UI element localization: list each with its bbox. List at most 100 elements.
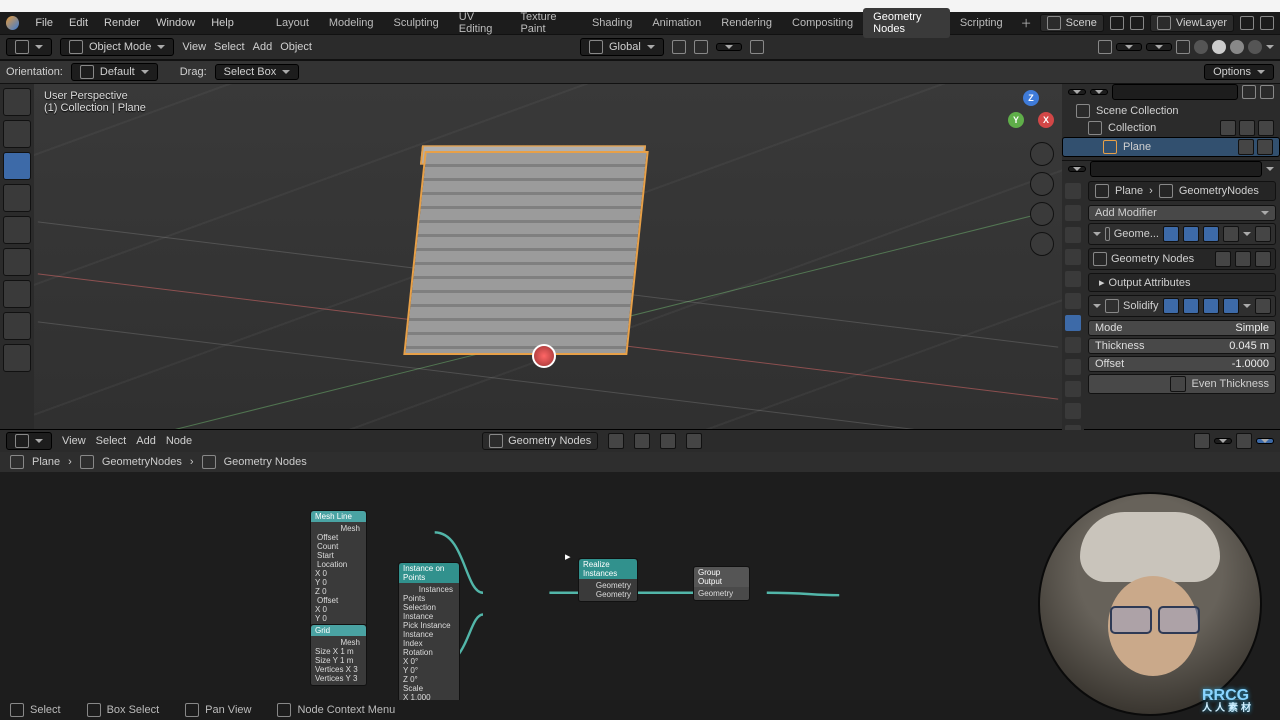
tool-transform[interactable] <box>3 248 31 276</box>
viewlayer-select[interactable]: ViewLayer <box>1150 14 1234 32</box>
tree-unlink[interactable] <box>660 433 676 449</box>
orientation-default[interactable]: Default <box>71 63 158 81</box>
editor-type[interactable] <box>6 38 52 56</box>
tab-rendering[interactable]: Rendering <box>711 14 782 32</box>
tool-annotate[interactable] <box>3 280 31 308</box>
3d-viewport[interactable]: User Perspective (1) Collection | Plane … <box>34 84 1062 429</box>
ne-snap-target[interactable] <box>1214 438 1232 444</box>
pan-icon[interactable] <box>1030 172 1054 196</box>
mod-geometry-nodes[interactable]: Geome... <box>1088 223 1276 245</box>
gizmo-y[interactable]: Y <box>1008 112 1024 128</box>
ptab-object[interactable] <box>1065 293 1081 309</box>
gizmo-x[interactable]: X <box>1038 112 1054 128</box>
scene-del-icon[interactable] <box>1130 16 1144 30</box>
shade-rendered-icon[interactable] <box>1248 40 1262 54</box>
geo-pin[interactable] <box>1215 251 1231 267</box>
outliner-plane[interactable]: Plane <box>1062 137 1280 157</box>
ne-snap[interactable] <box>1194 433 1210 449</box>
object-plane-stack[interactable] <box>414 139 664 364</box>
shade-wire-icon[interactable] <box>1194 40 1208 54</box>
ne-view[interactable]: View <box>62 435 86 447</box>
zoom-icon[interactable] <box>1030 142 1054 166</box>
solidify-mode[interactable]: ModeSimple <box>1088 320 1276 336</box>
menu-help[interactable]: Help <box>203 17 242 29</box>
outliner-scene[interactable]: Scene Collection <box>1062 103 1280 119</box>
ptab-scene[interactable] <box>1065 249 1081 265</box>
sol-render[interactable] <box>1223 298 1239 314</box>
ptab-data[interactable] <box>1065 403 1081 419</box>
geo-extra[interactable] <box>1223 226 1239 242</box>
node-mesh-line[interactable]: Mesh Line Mesh Offset Count Start Locati… <box>310 510 367 635</box>
prop-crumb-obj[interactable]: Plane <box>1115 185 1143 197</box>
obj-vis[interactable] <box>1238 139 1254 155</box>
vp-menu-view[interactable]: View <box>182 41 206 53</box>
ptab-render[interactable] <box>1065 183 1081 199</box>
vp-menu-add[interactable]: Add <box>253 41 273 53</box>
tab-scripting[interactable]: Scripting <box>950 14 1013 32</box>
ptab-output[interactable] <box>1065 205 1081 221</box>
ne-overlay1[interactable] <box>1236 433 1252 449</box>
layer-del-icon[interactable] <box>1260 16 1274 30</box>
ptab-modifiers[interactable] <box>1065 315 1081 331</box>
outliner-type[interactable] <box>1068 89 1086 95</box>
scene-new-icon[interactable] <box>1110 16 1124 30</box>
tab-animation[interactable]: Animation <box>642 14 711 32</box>
col-restrict3[interactable] <box>1258 120 1274 136</box>
node-realize[interactable]: Realize Instances Geometry Geometry <box>578 558 638 602</box>
tab-shading[interactable]: Shading <box>582 14 642 32</box>
geo-realtime[interactable] <box>1163 226 1179 242</box>
ptab-physics[interactable] <box>1065 359 1081 375</box>
drag-select[interactable]: Select Box <box>215 64 300 80</box>
tool-rotate[interactable] <box>3 184 31 212</box>
data-panel-type[interactable] <box>1068 166 1086 172</box>
ne-add[interactable]: Add <box>136 435 156 447</box>
solidify-even[interactable]: Even Thickness <box>1088 374 1276 394</box>
geo-new[interactable] <box>1235 251 1251 267</box>
solidify-thickness[interactable]: Thickness0.045 m <box>1088 338 1276 354</box>
outliner-filter-icon[interactable] <box>1242 85 1256 99</box>
tab-sculpting[interactable]: Sculpting <box>384 14 449 32</box>
tool-cursor[interactable] <box>3 120 31 148</box>
mode-select[interactable]: Object Mode <box>60 38 174 56</box>
outliner-display[interactable] <box>1090 89 1108 95</box>
tree-new[interactable] <box>634 433 650 449</box>
col-restrict2[interactable] <box>1239 120 1255 136</box>
shade-dropdown-icon[interactable] <box>1266 45 1274 49</box>
node-editor-type[interactable] <box>6 432 52 450</box>
outliner-collection[interactable]: Collection <box>1062 119 1280 137</box>
ne-node[interactable]: Node <box>166 435 192 447</box>
sol-cage[interactable] <box>1203 298 1219 314</box>
tab-texpaint[interactable]: Texture Paint <box>510 8 581 38</box>
prop-crumb-mod[interactable]: GeometryNodes <box>1179 185 1259 197</box>
options-dropdown[interactable]: Options <box>1204 64 1274 80</box>
data-panel-search[interactable] <box>1090 161 1262 177</box>
mod-solidify[interactable]: Solidify <box>1088 295 1276 317</box>
tool-select[interactable] <box>3 88 31 116</box>
vp-menu-select[interactable]: Select <box>214 41 245 53</box>
node-tree-select[interactable]: Geometry Nodes <box>482 432 598 450</box>
tool-measure[interactable] <box>3 312 31 340</box>
tree-pin[interactable] <box>686 433 702 449</box>
visibility-icon[interactable] <box>1098 40 1112 54</box>
geo-unlink[interactable] <box>1255 251 1271 267</box>
menu-render[interactable]: Render <box>96 17 148 29</box>
gizmo-z[interactable]: Z <box>1023 90 1039 106</box>
sol-realtime[interactable] <box>1163 298 1179 314</box>
ptab-world[interactable] <box>1065 271 1081 287</box>
menu-edit[interactable]: Edit <box>61 17 96 29</box>
camera-icon[interactable] <box>1030 202 1054 226</box>
vp-menu-object[interactable]: Object <box>280 41 312 53</box>
outliner[interactable]: Scene Collection Collection Plane <box>1062 100 1280 161</box>
snap-target[interactable] <box>716 43 742 51</box>
tab-layout[interactable]: Layout <box>266 14 319 32</box>
overlay-toggle[interactable] <box>1146 43 1172 51</box>
even-check[interactable] <box>1170 376 1186 392</box>
orientation-select[interactable]: Global <box>580 38 664 56</box>
sol-edit[interactable] <box>1183 298 1199 314</box>
tool-addcube[interactable] <box>3 344 31 372</box>
node-grid[interactable]: Grid Mesh Size X 1 m Size Y 1 m Vertices… <box>310 624 367 686</box>
node-instance[interactable]: Instance on Points Instances Points Sele… <box>398 562 460 720</box>
geo-edit[interactable] <box>1183 226 1199 242</box>
sol-menu[interactable] <box>1243 304 1251 308</box>
shade-solid-icon[interactable] <box>1212 40 1226 54</box>
